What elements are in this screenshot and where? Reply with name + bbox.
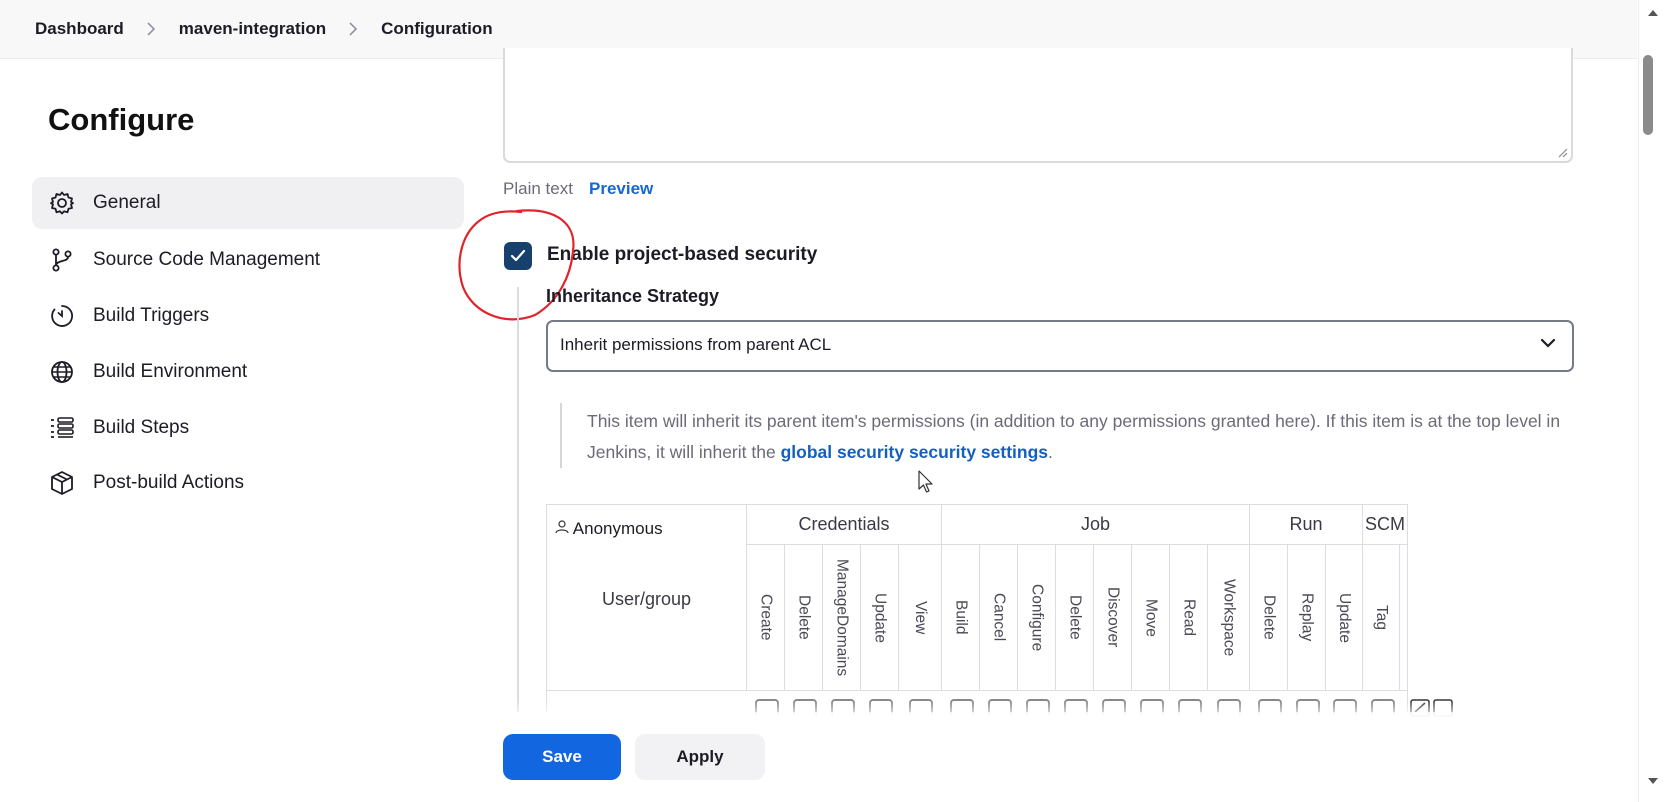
- sidebar-item-label: Build Triggers: [93, 305, 210, 326]
- chevron-right-icon: [348, 22, 358, 36]
- scroll-up-icon[interactable]: [1647, 8, 1659, 18]
- page-title: Configure: [48, 102, 195, 137]
- enable-project-security-checkbox[interactable]: [504, 242, 532, 270]
- sidebar-item-label: General: [93, 192, 161, 213]
- perm-credentials-update: Update: [861, 545, 899, 691]
- perm-job-cancel: Cancel: [980, 545, 1018, 691]
- mouse-cursor-icon: [918, 470, 933, 493]
- scrollbar-thumb[interactable]: [1643, 55, 1653, 135]
- perm-credentials-delete: Delete: [785, 545, 823, 691]
- global-security-settings-link[interactable]: global security security settings: [781, 442, 1048, 462]
- branch-icon: [49, 247, 75, 273]
- timer-icon: [49, 303, 75, 329]
- group-credentials: Credentials: [747, 505, 942, 545]
- group-run: Run: [1250, 505, 1363, 545]
- chevron-right-icon: [146, 22, 156, 36]
- chevron-down-icon: [1540, 338, 1556, 348]
- enable-project-security-label[interactable]: Enable project-based security: [547, 244, 817, 266]
- perm-job-move: Move: [1132, 545, 1170, 691]
- group-job: Job: [942, 505, 1250, 545]
- perm-run-delete: Delete: [1250, 545, 1288, 691]
- perm-run-update: Update: [1326, 545, 1363, 691]
- inheritance-strategy-select[interactable]: Inherit permissions from parent ACL: [546, 320, 1574, 372]
- section-indent-line: [517, 287, 519, 717]
- permission-matrix: User/group Credentials Job Run SCM Creat…: [546, 504, 1408, 715]
- breadcrumb: Dashboard maven-integration Configuratio…: [35, 19, 493, 39]
- perm-scm-tag: Tag: [1363, 545, 1400, 691]
- preview-link[interactable]: Preview: [589, 179, 653, 199]
- perm-credentials-view: View: [899, 545, 942, 691]
- save-button[interactable]: Save: [503, 734, 621, 780]
- vertical-scrollbar[interactable]: [1638, 0, 1668, 802]
- perm-credentials-create: Create: [747, 545, 785, 691]
- perm-job-workspace: Workspace: [1208, 545, 1250, 691]
- perm-job-read: Read: [1170, 545, 1208, 691]
- sidebar-item-build-environment[interactable]: Build Environment: [32, 346, 464, 398]
- scroll-down-icon[interactable]: [1647, 776, 1659, 786]
- package-icon: [49, 470, 75, 496]
- sidebar-item-build-triggers[interactable]: Build Triggers: [32, 290, 464, 342]
- help-suffix: .: [1048, 442, 1053, 462]
- perm-job-discover: Discover: [1094, 545, 1132, 691]
- list-icon: [49, 415, 75, 441]
- checkmark-icon: [510, 249, 526, 262]
- perm-job-delete: Delete: [1056, 545, 1094, 691]
- breadcrumb-dashboard[interactable]: Dashboard: [35, 19, 124, 39]
- matrix-spacer: [1400, 545, 1407, 691]
- sidebar-item-source-code-management[interactable]: Source Code Management: [32, 234, 464, 286]
- inheritance-strategy-label: Inheritance Strategy: [546, 286, 720, 306]
- user-group-label: User/group: [601, 589, 692, 609]
- sidebar-item-label: Source Code Management: [93, 249, 321, 270]
- user-icon: [555, 520, 569, 534]
- gear-icon: [49, 190, 75, 216]
- sidebar-item-general[interactable]: General: [32, 177, 464, 229]
- resize-grip-icon[interactable]: [1556, 146, 1568, 158]
- perm-run-replay: Replay: [1288, 545, 1326, 691]
- sidebar-item-label: Build Environment: [93, 361, 248, 382]
- perm-job-configure: Configure: [1018, 545, 1056, 691]
- help-text: This item will inherit its parent item's…: [587, 411, 1561, 462]
- row-anonymous: Anonymous: [555, 519, 663, 539]
- globe-icon: [49, 359, 75, 385]
- help-quote-bar: [560, 403, 562, 468]
- perm-credentials-managedomains: ManageDomains: [823, 545, 861, 691]
- inheritance-help-text: This item will inherit its parent item's…: [587, 406, 1587, 468]
- sidebar-item-label: Build Steps: [93, 417, 190, 438]
- row-anonymous-label: Anonymous: [572, 519, 663, 538]
- plain-text-label: Plain text: [503, 179, 573, 198]
- sidebar-item-post-build-actions[interactable]: Post-build Actions: [32, 457, 464, 509]
- select-value: Inherit permissions from parent ACL: [560, 335, 832, 354]
- breadcrumb-configuration[interactable]: Configuration: [381, 19, 492, 39]
- description-textarea[interactable]: [503, 48, 1573, 163]
- group-scm: SCM: [1363, 505, 1407, 545]
- apply-button[interactable]: Apply: [635, 734, 765, 780]
- breadcrumb-job[interactable]: maven-integration: [179, 19, 326, 39]
- bottom-action-bar: [0, 712, 1637, 799]
- perm-job-build: Build: [942, 545, 980, 691]
- sidebar-item-build-steps[interactable]: Build Steps: [32, 402, 464, 454]
- sidebar-item-label: Post-build Actions: [93, 472, 245, 493]
